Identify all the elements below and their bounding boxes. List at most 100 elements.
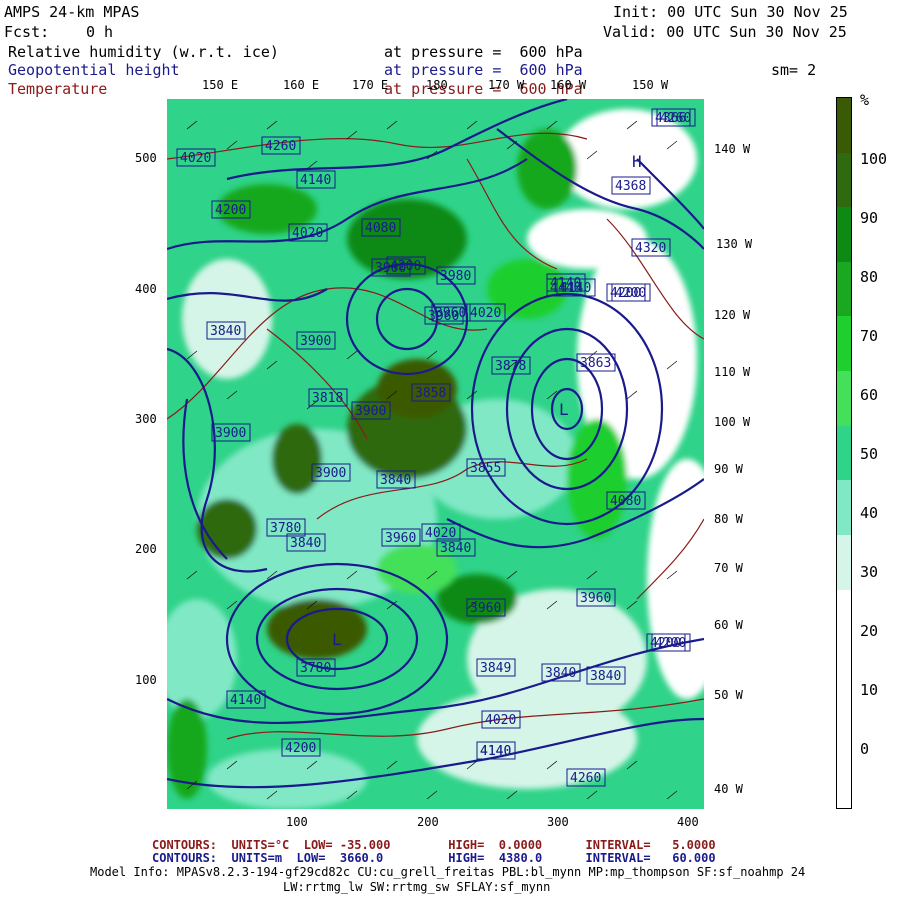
contour-label: 3960 (580, 591, 611, 606)
low-center-label: L (559, 400, 569, 419)
top-lon-label: 150 W (632, 78, 669, 92)
colorbar-segment (837, 152, 851, 208)
init-time: Init: 00 UTC Sun 30 Nov 25 (613, 3, 848, 21)
contour-label: 3980 (440, 269, 471, 284)
contour-label: 3900 (215, 426, 246, 441)
right-lon-label: 40 W (714, 782, 743, 796)
contour-label: 4200 (215, 203, 246, 218)
right-lon-label: 110 W (714, 365, 751, 379)
contour-label: 3900 (375, 261, 406, 276)
right-lon-label: 70 W (714, 561, 743, 575)
contour-label: 4200 (285, 741, 316, 756)
contour-label: 3855 (470, 461, 501, 476)
footer-height-units: UNITS=m (231, 851, 283, 865)
top-lon-label: 170 W (488, 78, 525, 92)
colorbar-segment (837, 207, 851, 263)
colorbar-label: 90 (860, 209, 879, 227)
contour-label: 4200 (650, 636, 681, 651)
contour-label: 4020 (485, 713, 516, 728)
colorbar-label: 70 (860, 327, 879, 345)
colorbar-segment (837, 644, 851, 700)
rh-map: H L L 4260 4020 4140 4200 4020 4080 4200 3980 41… (167, 99, 704, 809)
x-axis-label: 400 (677, 815, 699, 829)
contour-label: 4020 (470, 306, 501, 321)
rh-colorbar (836, 97, 852, 809)
contour-label: 3840 (545, 666, 576, 681)
footer-temp-label: CONTOURS: (152, 838, 218, 852)
contour-label: 3840 (380, 473, 411, 488)
y-axis-label: 300 (135, 412, 157, 426)
contour-label: 3840 (210, 324, 241, 339)
contour-label: 4440 (550, 281, 581, 296)
colorbar-label: 40 (860, 504, 879, 522)
top-lon-label: 180 (426, 78, 448, 92)
footer-temp-high: HIGH= 0.0000 (448, 838, 543, 852)
contour-label: 3840 (290, 536, 321, 551)
high-center-label: H (632, 152, 642, 171)
colorbar-label: 0 (860, 740, 870, 758)
contour-label: 4366 (655, 111, 686, 126)
right-lon-label: 140 W (714, 142, 751, 156)
field-height-label: Geopotential height (8, 61, 180, 79)
colorbar-segment (837, 98, 851, 154)
model-info-2: LW:rrtmg_lw SW:rrtmg_sw SFLAY:sf_mynn (283, 880, 551, 894)
contour-label: 4140 (300, 173, 331, 188)
footer-temp-low: LOW= -35.000 (303, 838, 391, 852)
colorbar-segment (837, 534, 851, 591)
contour-label: 3900 (315, 466, 346, 481)
colorbar-label: 80 (860, 268, 879, 286)
contour-label: 3858 (415, 386, 446, 401)
model-info: Model Info: MPASv8.2.3-194-gf29cd82c CU:… (90, 865, 806, 879)
top-lon-label: 150 E (202, 78, 239, 92)
colorbar-label: 60 (860, 386, 879, 404)
right-lon-label: 120 W (714, 308, 751, 322)
contour-label: 4140 (480, 744, 511, 759)
y-axis-label: 500 (135, 151, 157, 165)
contour-label: 3960 (470, 601, 501, 616)
right-lon-label: 50 W (714, 688, 743, 702)
colorbar-segment (837, 480, 851, 536)
right-lon-label: 80 W (714, 512, 743, 526)
forecast-label: Fcst: (4, 23, 50, 41)
contour-label: 3780 (300, 661, 331, 676)
contour-label: 4020 (180, 151, 211, 166)
contour-label: 3960 (385, 531, 416, 546)
right-lon-label: 130 W (716, 237, 753, 251)
contour-label: 4260 (570, 771, 601, 786)
top-lon-label: 160 W (550, 78, 587, 92)
smoothing-label: sm= 2 (771, 61, 817, 79)
colorbar-segment (837, 589, 851, 645)
footer-height-low: LOW= 3660.0 (296, 851, 384, 865)
colorbar-segment (837, 316, 851, 372)
low-center-label: L (332, 630, 342, 649)
pressure-level-1: at pressure = 600 hPa (384, 43, 583, 61)
y-axis-label: 200 (135, 542, 157, 556)
field-rh-label: Relative humidity (w.r.t. ice) (8, 43, 279, 61)
contour-label: 4260 (265, 139, 296, 154)
footer-temp-interval: INTERVAL= 5.0000 (585, 838, 716, 852)
footer-temp-units: UNITS=°C (231, 838, 290, 852)
colorbar-label: 30 (860, 563, 879, 581)
colorbar-segment (837, 698, 851, 754)
footer-height-interval: INTERVAL= 60.000 (585, 851, 716, 865)
colorbar-label: 10 (860, 681, 879, 699)
contour-label: 3849 (480, 661, 511, 676)
colorbar-unit: % (860, 91, 870, 109)
top-lon-label: 170 E (352, 78, 389, 92)
contour-label: 3863 (580, 356, 611, 371)
colorbar-segment (837, 425, 851, 481)
x-axis-label: 200 (417, 815, 439, 829)
contour-label: 3900 (355, 404, 386, 419)
contour-label: 4140 (230, 693, 261, 708)
footer-temp-contours: CONTOURS: UNITS=°C LOW= -35.000 HIGH= 0.… (152, 838, 716, 852)
contour-label: 3878 (495, 359, 526, 374)
contour-label: 4368 (615, 179, 646, 194)
colorbar-segment (837, 261, 851, 317)
contour-label: 4080 (365, 221, 396, 236)
contour-label: 4080 (610, 494, 641, 509)
colorbar-segment (837, 753, 851, 809)
contour-label: 3960 (435, 306, 466, 321)
footer-height-contours: CONTOURS: UNITS=m LOW= 3660.0 HIGH= 4380… (152, 851, 716, 865)
pressure-level-2: at pressure = 600 hPa (384, 61, 583, 79)
contour-label: 4200 (615, 286, 646, 301)
